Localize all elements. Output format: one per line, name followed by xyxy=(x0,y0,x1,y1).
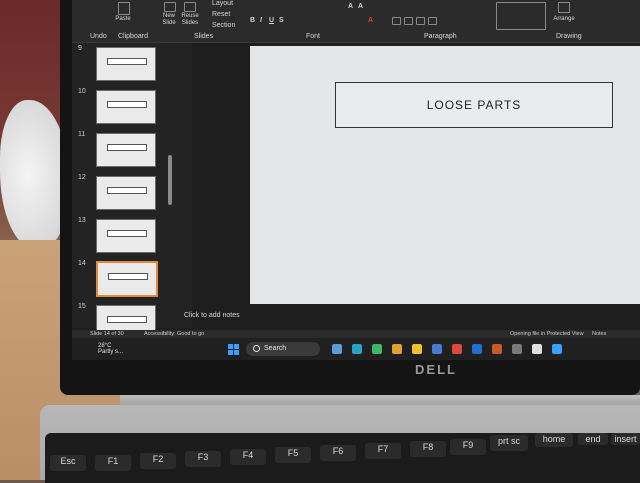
app-icon[interactable] xyxy=(332,344,342,354)
slide-thumbnail[interactable] xyxy=(96,219,156,253)
italic-icon[interactable]: I xyxy=(260,17,262,24)
thumbnail-scrollbar[interactable] xyxy=(168,155,172,205)
thumb-number: 14 xyxy=(78,260,86,267)
keyboard: Esc F1 F2 F3 F4 F5 F6 F7 F8 F9 prt sc ho… xyxy=(45,433,640,483)
arrange-button[interactable]: Arrange xyxy=(550,16,578,23)
search-label: Search xyxy=(264,345,287,352)
app-icon[interactable] xyxy=(492,344,502,354)
laptop-screen: Paste New Slide Reuse Slides Layout Rese… xyxy=(72,0,640,360)
key-f4[interactable]: F4 xyxy=(230,449,266,465)
app-icon[interactable] xyxy=(452,344,462,354)
reuse-slides-button[interactable]: Reuse Slides xyxy=(178,13,202,27)
key-prtsc[interactable]: prt sc xyxy=(490,435,528,451)
slide-thumbnail[interactable] xyxy=(96,133,156,167)
align-left-icon[interactable] xyxy=(392,17,401,25)
slide-thumbnail[interactable] xyxy=(96,90,156,124)
align-center-icon[interactable] xyxy=(404,17,413,25)
app-icon[interactable] xyxy=(412,344,422,354)
thumb-number: 15 xyxy=(78,303,86,310)
notes-placeholder[interactable]: Click to add notes xyxy=(184,312,240,319)
slide-thumbnail-pane: 9 10 11 12 13 14 15 xyxy=(72,43,192,339)
group-undo: Undo xyxy=(90,33,107,40)
key-f2[interactable]: F2 xyxy=(140,453,176,469)
taskbar-search[interactable]: Search xyxy=(246,342,320,356)
app-icon[interactable] xyxy=(432,344,442,354)
protected-view-message: Opening file in Protected View xyxy=(510,331,584,337)
strikethrough-icon[interactable]: S xyxy=(279,17,284,24)
thumb-number: 9 xyxy=(78,45,82,52)
slide-thumbnail[interactable] xyxy=(96,47,156,81)
thumb-number: 12 xyxy=(78,174,86,181)
section-button[interactable]: Section xyxy=(212,22,235,30)
font-size-down-icon[interactable]: A xyxy=(358,3,363,10)
layout-button[interactable]: Layout xyxy=(212,0,233,8)
app-icon[interactable] xyxy=(472,344,482,354)
windows-taskbar: 28°C Partly s... Search xyxy=(72,338,640,360)
align-right-icon[interactable] xyxy=(416,17,425,25)
key-esc[interactable]: Esc xyxy=(50,455,86,471)
new-slide-icon xyxy=(164,2,176,12)
arrange-icon[interactable] xyxy=(558,2,570,13)
group-slides: Slides xyxy=(194,33,214,40)
app-icon[interactable] xyxy=(352,344,362,354)
thumb-number: 11 xyxy=(78,131,86,138)
thumb-number: 10 xyxy=(78,88,86,95)
key-f9[interactable]: F9 xyxy=(450,439,486,455)
key-f7[interactable]: F7 xyxy=(365,443,401,459)
paste-button[interactable]: Paste xyxy=(112,16,134,23)
key-insert[interactable]: insert xyxy=(611,433,640,445)
font-color-icon[interactable]: A xyxy=(368,17,373,24)
key-f5[interactable]: F5 xyxy=(275,447,311,463)
windows-start-icon[interactable] xyxy=(228,344,239,355)
slide-title-box[interactable]: LOOSE PARTS xyxy=(335,82,613,128)
key-home[interactable]: home xyxy=(535,433,573,447)
group-font: Font xyxy=(306,33,321,40)
group-drawing: Drawing xyxy=(556,33,582,40)
slide-thumbnail-selected[interactable] xyxy=(96,261,158,297)
font-size-up-icon[interactable]: A xyxy=(348,3,353,10)
app-icon[interactable] xyxy=(532,344,542,354)
accessibility-status[interactable]: Accessibility: Good to go xyxy=(144,331,204,337)
app-icon[interactable] xyxy=(512,344,522,354)
dell-logo: DELL xyxy=(415,362,457,377)
app-icon[interactable] xyxy=(392,344,402,354)
search-icon xyxy=(253,345,260,352)
key-end[interactable]: end xyxy=(578,433,608,445)
app-icon[interactable] xyxy=(372,344,382,354)
underline-icon[interactable]: U xyxy=(269,17,274,24)
thumb-number: 13 xyxy=(78,217,86,224)
new-slide-button[interactable]: New Slide xyxy=(158,13,180,27)
key-f1[interactable]: F1 xyxy=(95,455,131,471)
app-icon[interactable] xyxy=(552,344,562,354)
notes-button[interactable]: Notes xyxy=(592,331,606,337)
key-f6[interactable]: F6 xyxy=(320,445,356,461)
group-clipboard: Clipboard xyxy=(118,33,148,40)
slide-thumbnail[interactable] xyxy=(96,176,156,210)
key-f8[interactable]: F8 xyxy=(410,441,446,457)
shapes-gallery-icon[interactable] xyxy=(496,2,546,30)
justify-icon[interactable] xyxy=(428,17,437,25)
key-f3[interactable]: F3 xyxy=(185,451,221,467)
slide-title: LOOSE PARTS xyxy=(426,98,522,112)
weather-condition: Partly s... xyxy=(98,349,124,355)
group-paragraph: Paragraph xyxy=(424,33,457,40)
reset-button[interactable]: Reset xyxy=(212,11,230,19)
bold-icon[interactable]: B xyxy=(250,17,255,24)
slide-counter: Slide 14 of 30 xyxy=(90,331,124,337)
slide-canvas[interactable]: LOOSE PARTS xyxy=(250,46,640,304)
ribbon: Paste New Slide Reuse Slides Layout Rese… xyxy=(72,0,640,43)
weather-widget[interactable]: 28°C Partly s... xyxy=(98,343,123,355)
paste-icon xyxy=(118,2,130,15)
reuse-slides-icon xyxy=(184,2,196,12)
